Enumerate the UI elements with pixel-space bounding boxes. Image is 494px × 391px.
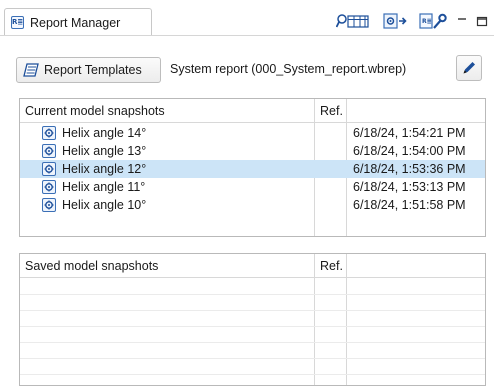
tab-report-manager[interactable]: R≣ Report Manager	[4, 8, 152, 36]
table-body: Helix angle 14° 6/18/24, 1:54:21 PM Helix …	[20, 124, 485, 214]
snapshot-date: 6/18/24, 1:54:21 PM	[353, 126, 466, 140]
template-book-icon	[23, 63, 39, 77]
column-header-name[interactable]: Current model snapshots	[20, 99, 165, 123]
snapshot-export-icon[interactable]	[383, 12, 409, 30]
empty-row	[20, 327, 485, 343]
empty-row	[20, 311, 485, 327]
empty-row	[20, 359, 485, 375]
snapshot-name: Helix angle 11°	[62, 180, 146, 194]
tab-bar-divider	[0, 35, 494, 36]
pencil-icon	[461, 60, 477, 76]
table-row[interactable]: Helix angle 13° 6/18/24, 1:54:00 PM	[20, 142, 485, 160]
saved-snapshots-table[interactable]: Saved model snapshots Ref.	[19, 253, 486, 386]
snapshot-name: Helix angle 14°	[62, 126, 147, 140]
snapshot-name-cell: Helix angle 12°	[42, 160, 146, 178]
column-header-ref[interactable]: Ref.	[315, 254, 343, 278]
snapshot-icon	[42, 162, 56, 176]
snapshot-icon	[42, 198, 56, 212]
column-header-name[interactable]: Saved model snapshots	[20, 254, 158, 278]
snapshot-name-cell: Helix angle 13°	[42, 142, 146, 160]
tab-label: Report Manager	[30, 15, 121, 30]
snapshot-name-cell: Helix angle 14°	[42, 124, 146, 142]
snapshot-date: 6/18/24, 1:53:36 PM	[353, 162, 466, 176]
snapshot-name-cell: Helix angle 10°	[42, 196, 146, 214]
maximize-icon[interactable]	[476, 12, 488, 30]
svg-text:R≣: R≣	[422, 18, 432, 25]
snapshot-name: Helix angle 12°	[62, 162, 147, 176]
report-tools-icon[interactable]: R≣	[419, 12, 447, 30]
snapshot-name: Helix angle 10°	[62, 198, 147, 212]
view-tab-bar: R≣ Report Manager R≣	[0, 0, 494, 36]
edit-report-button[interactable]	[456, 55, 482, 81]
report-templates-button[interactable]: Report Templates	[16, 57, 161, 83]
report-templates-label: Report Templates	[44, 63, 142, 77]
snapshot-icon	[42, 144, 56, 158]
empty-row	[20, 343, 485, 359]
current-snapshots-table[interactable]: Current model snapshots Ref. Helix angle…	[19, 98, 486, 237]
table-row[interactable]: Helix angle 14° 6/18/24, 1:54:21 PM	[20, 124, 485, 142]
report-name-text: System report (000_System_report.wbrep)	[170, 62, 407, 76]
search-table-icon[interactable]	[336, 12, 370, 30]
snapshot-date: 6/18/24, 1:53:13 PM	[353, 180, 466, 194]
table-header: Current model snapshots Ref.	[20, 99, 485, 123]
minimize-icon[interactable]	[456, 12, 468, 30]
empty-row	[20, 295, 485, 311]
table-body	[20, 279, 485, 375]
snapshot-name-cell: Helix angle 11°	[42, 178, 145, 196]
report-manager-view: R≣ Report Manager R≣ Report Templates Sy…	[0, 0, 494, 391]
column-header-ref[interactable]: Ref.	[315, 99, 343, 123]
snapshot-icon	[42, 126, 56, 140]
snapshot-date: 6/18/24, 1:54:00 PM	[353, 144, 466, 158]
table-header: Saved model snapshots Ref.	[20, 254, 485, 278]
table-row[interactable]: Helix angle 12° 6/18/24, 1:53:36 PM	[20, 160, 485, 178]
empty-row	[20, 279, 485, 295]
snapshot-icon	[42, 180, 56, 194]
snapshot-name: Helix angle 13°	[62, 144, 147, 158]
table-row[interactable]: Helix angle 10° 6/18/24, 1:51:58 PM	[20, 196, 485, 214]
snapshot-date: 6/18/24, 1:51:58 PM	[353, 198, 466, 212]
table-row[interactable]: Helix angle 11° 6/18/24, 1:53:13 PM	[20, 178, 485, 196]
report-icon: R≣	[11, 16, 24, 29]
